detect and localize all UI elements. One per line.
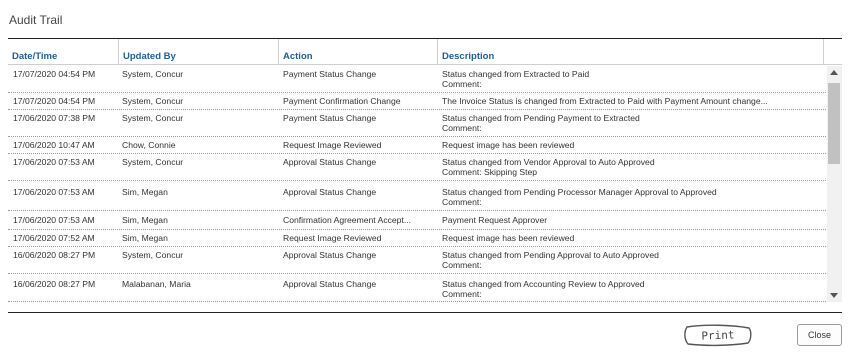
description-comment: Comment: xyxy=(442,79,482,89)
table-row[interactable]: 17/07/2020 04:54 PM System, Concur Payme… xyxy=(8,93,826,110)
cell-description: Status changed from Pending Processor Ma… xyxy=(442,187,822,207)
column-header-spacer xyxy=(823,39,842,65)
table-row[interactable]: 17/06/2020 10:47 AM Chow, Connie Request… xyxy=(8,137,826,154)
cell-description: The Invoice Status is changed from Extra… xyxy=(442,96,822,106)
cell-updated-by: Sim, Megan xyxy=(122,215,168,225)
cell-updated-by: System, Concur xyxy=(122,250,184,260)
cell-action: Request Image Reviewed xyxy=(283,140,382,150)
cell-updated-by: System, Concur xyxy=(122,157,184,167)
print-label: Print xyxy=(701,328,735,342)
cell-date-time: 16/06/2020 08:27 PM xyxy=(13,250,96,260)
cell-action: Payment Confirmation Change xyxy=(283,96,401,106)
scrollbar-thumb[interactable] xyxy=(828,83,840,164)
cell-date-time: 17/06/2020 07:52 AM xyxy=(13,233,95,243)
print-sketch-icon: Print xyxy=(684,324,752,347)
cell-description: Payment Request Approver xyxy=(442,215,822,225)
cell-action: Approval Status Change xyxy=(283,279,377,289)
description-line: Request image has been reviewed xyxy=(442,140,575,150)
vertical-scrollbar[interactable] xyxy=(827,66,842,302)
cell-description: Status changed from Pending Approval to … xyxy=(442,250,822,270)
description-line: Status changed from Accounting Review to… xyxy=(442,279,645,289)
table-row[interactable]: 17/07/2020 04:54 PM System, Concur Payme… xyxy=(8,66,826,93)
description-line: Status changed from Extracted to Paid xyxy=(442,69,590,79)
cell-updated-by: Sim, Megan xyxy=(122,233,168,243)
description-comment: Comment: xyxy=(442,123,482,133)
description-comment: Comment: Skipping Step xyxy=(442,167,538,177)
cell-action: Payment Status Change xyxy=(283,69,377,79)
table-row[interactable]: 17/06/2020 07:53 AM System, Concur Appro… xyxy=(8,154,826,181)
cell-description: Status changed from Accounting Review to… xyxy=(442,279,822,299)
cell-action: Approval Status Change xyxy=(283,187,377,197)
divider xyxy=(8,312,842,313)
cell-action: Approval Status Change xyxy=(283,157,377,167)
column-header-action[interactable]: Action xyxy=(278,39,437,65)
cell-date-time: 17/06/2020 07:53 AM xyxy=(13,215,95,225)
cell-updated-by: System, Concur xyxy=(122,69,184,79)
cell-date-time: 17/06/2020 07:53 AM xyxy=(13,187,95,197)
cell-description: Request image has been reviewed xyxy=(442,140,822,150)
cell-description: Status changed from Vendor Approval to A… xyxy=(442,157,822,177)
cell-updated-by: System, Concur xyxy=(122,96,184,106)
description-line: The Invoice Status is changed from Extra… xyxy=(442,96,768,106)
description-line: Status changed from Pending Approval to … xyxy=(442,250,659,260)
scroll-up-arrow-icon[interactable] xyxy=(830,70,838,75)
table-header: Date/Time Updated By Action Description xyxy=(8,39,842,65)
cell-date-time: 17/06/2020 07:38 PM xyxy=(13,113,96,123)
description-comment: Comment: xyxy=(442,197,482,207)
scroll-down-arrow-icon[interactable] xyxy=(830,293,838,298)
table-row[interactable]: 17/06/2020 07:53 AM Sim, Megan Confirmat… xyxy=(8,211,826,230)
cell-date-time: 17/06/2020 10:47 AM xyxy=(13,140,95,150)
cell-action: Request Image Reviewed xyxy=(283,233,382,243)
description-line: Status changed from Pending Processor Ma… xyxy=(442,187,717,197)
table-row[interactable]: 17/06/2020 07:52 AM Sim, Megan Request I… xyxy=(8,230,826,247)
table-row[interactable]: 17/06/2020 07:38 PM System, Concur Payme… xyxy=(8,110,826,137)
print-button[interactable]: Print xyxy=(683,323,753,347)
cell-date-time: 16/06/2020 08:27 PM xyxy=(13,279,96,289)
cell-date-time: 17/07/2020 04:54 PM xyxy=(13,69,96,79)
cell-action: Payment Status Change xyxy=(283,113,377,123)
cell-description: Status changed from Extracted to Paid Co… xyxy=(442,69,822,89)
cell-description: Status changed from Pending Payment to E… xyxy=(442,113,822,133)
cell-action: Approval Status Change xyxy=(283,250,377,260)
cell-updated-by: System, Concur xyxy=(122,113,184,123)
description-line: Payment Request Approver xyxy=(442,215,548,225)
column-header-date-time[interactable]: Date/Time xyxy=(8,39,118,65)
table-row[interactable]: 16/06/2020 08:27 PM System, Concur Appro… xyxy=(8,247,826,274)
description-line: Request image has been reviewed xyxy=(442,233,575,243)
description-line: Status changed from Pending Payment to E… xyxy=(442,113,640,123)
cell-date-time: 17/06/2020 07:53 AM xyxy=(13,157,95,167)
table-row[interactable]: 16/06/2020 08:27 PM Malabanan, Maria App… xyxy=(8,274,826,302)
close-button[interactable]: Close xyxy=(797,324,842,346)
description-comment: Comment: xyxy=(442,289,482,299)
description-line: Status changed from Vendor Approval to A… xyxy=(442,157,655,167)
column-header-description[interactable]: Description xyxy=(437,39,823,65)
column-header-updated-by[interactable]: Updated By xyxy=(118,39,278,65)
cell-updated-by: Malabanan, Maria xyxy=(122,279,191,289)
cell-date-time: 17/07/2020 04:54 PM xyxy=(13,96,96,106)
cell-updated-by: Chow, Connie xyxy=(122,140,176,150)
dialog-title: Audit Trail xyxy=(9,13,63,27)
cell-action: Confirmation Agreement Accept... xyxy=(283,215,412,225)
audit-table: Date/Time Updated By Action Description … xyxy=(8,39,842,303)
description-comment: Comment: xyxy=(442,260,482,270)
cell-updated-by: Sim, Megan xyxy=(122,187,168,197)
cell-description: Request image has been reviewed xyxy=(442,233,822,243)
table-row[interactable]: 17/06/2020 07:53 AM Sim, Megan Approval … xyxy=(8,181,826,211)
